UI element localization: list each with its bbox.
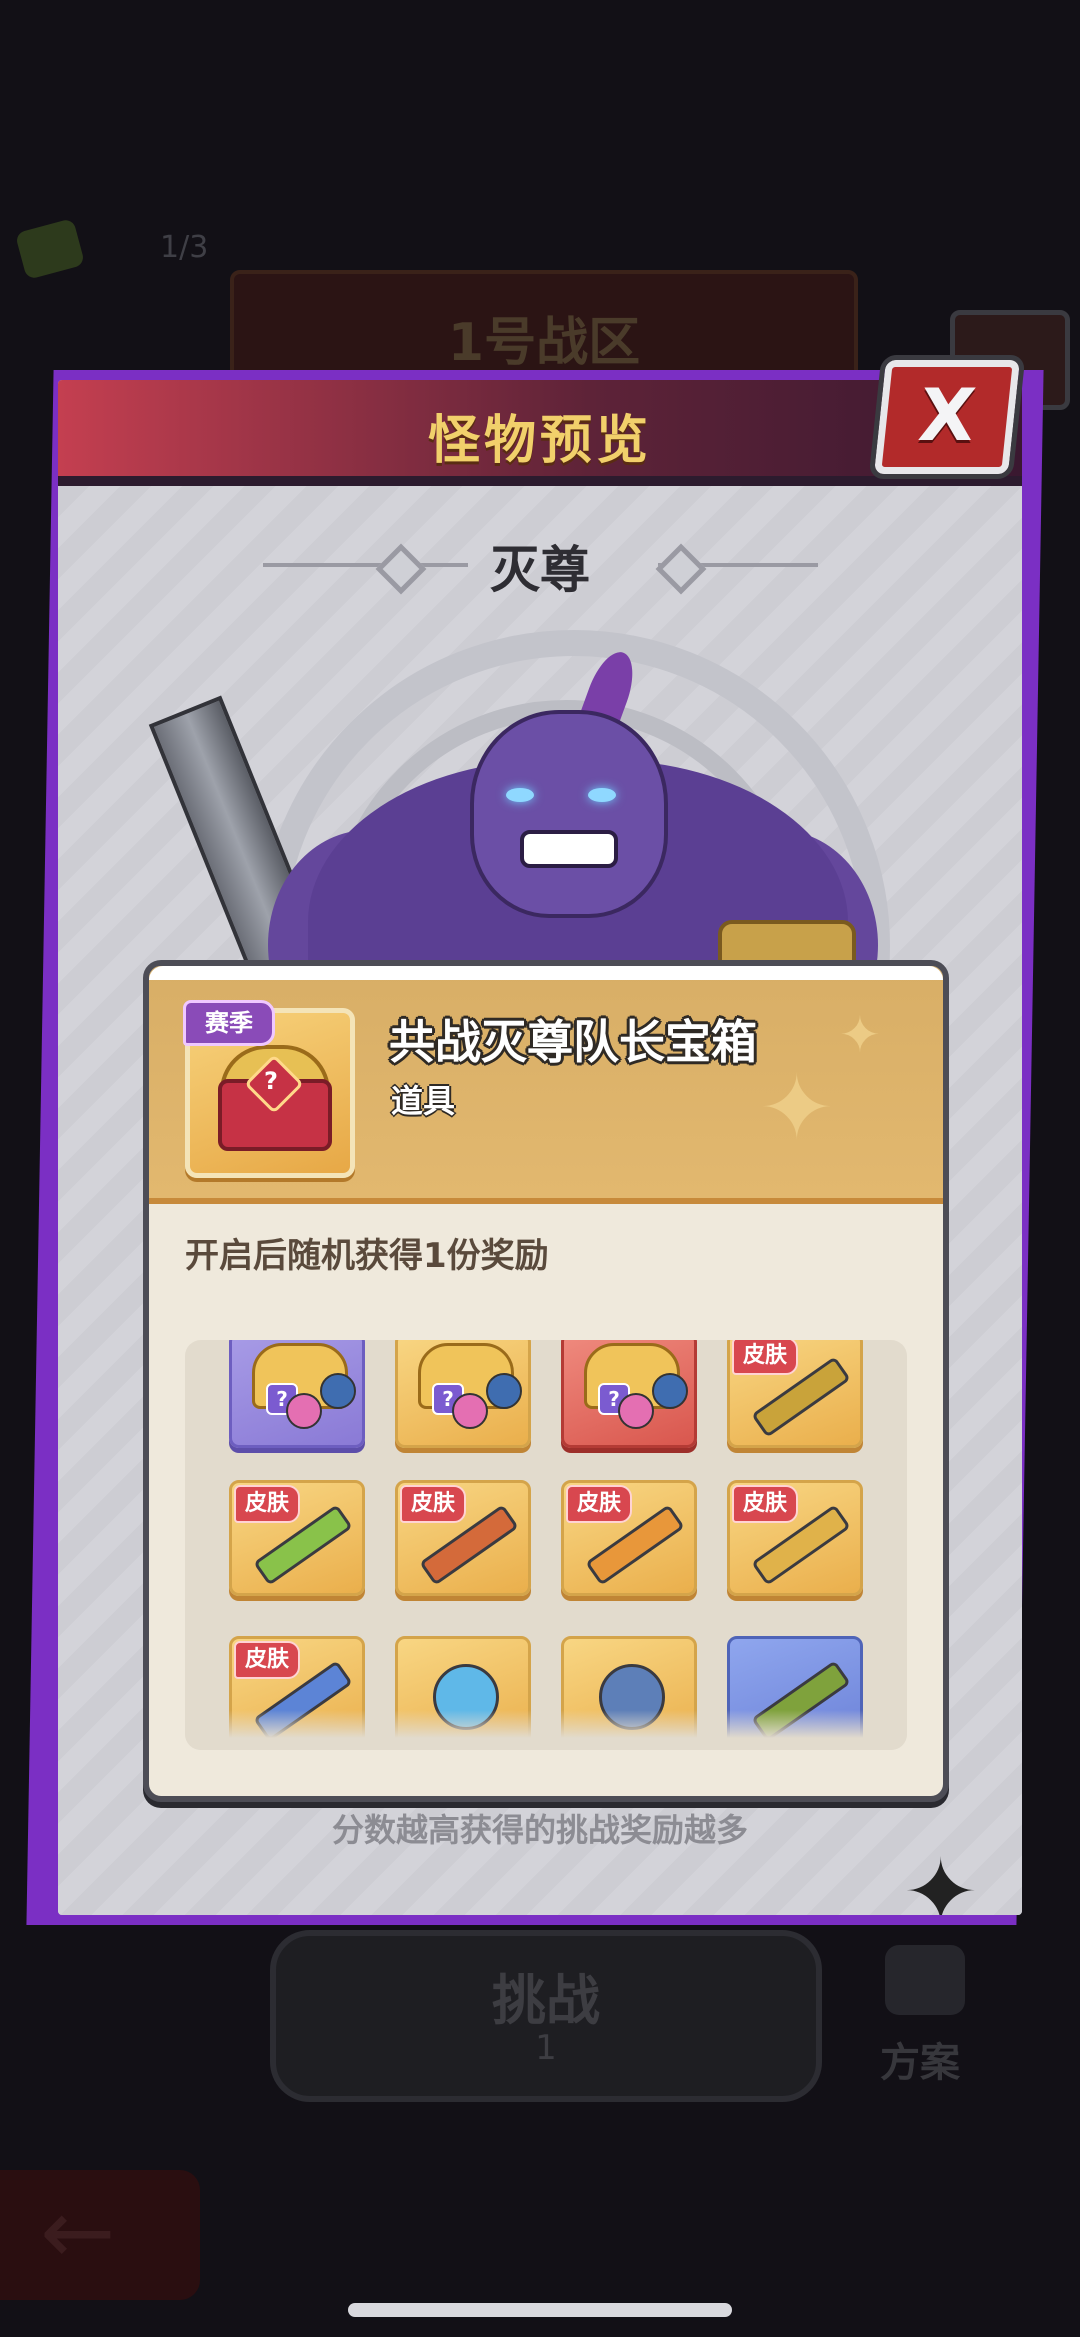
monster-mouth xyxy=(520,830,618,868)
stage-ticket-icon xyxy=(14,218,86,280)
challenge-label: 挑战 xyxy=(492,1969,600,2032)
skin-tag: 皮肤 xyxy=(566,1485,632,1523)
hero-avatar-icon xyxy=(286,1393,322,1429)
reward-item-chest[interactable]: ? xyxy=(561,1340,697,1448)
hero-avatar-icon xyxy=(486,1373,522,1409)
skin-tag: 皮肤 xyxy=(732,1340,798,1375)
hero-avatar-icon xyxy=(618,1393,654,1429)
reward-item-weapon-skin[interactable]: 皮肤 xyxy=(395,1480,531,1596)
hero-avatar-icon xyxy=(652,1373,688,1409)
sparkle-icon: ✦ xyxy=(759,1056,835,1161)
scroll-fade xyxy=(185,1710,907,1750)
item-type: 道具 xyxy=(391,1082,456,1120)
hero-avatar-icon xyxy=(320,1373,356,1409)
skin-tag: 皮肤 xyxy=(234,1641,300,1679)
sparkle-icon: ✦ xyxy=(839,1006,881,1064)
card-frost-edge xyxy=(149,966,943,980)
skin-tag: 皮肤 xyxy=(234,1485,300,1523)
monster-head xyxy=(470,710,668,918)
item-detail-card: ✦ ✦ ? 赛季 共战灭尊队长宝箱 道具 开启后随机获得1份奖励 ??? 皮肤 皮肤… xyxy=(143,960,949,1802)
mystery-mark: ? xyxy=(264,1067,278,1095)
item-name: 共战灭尊队长宝箱 xyxy=(389,1015,757,1069)
monster-eye xyxy=(588,788,616,802)
item-description: 开启后随机获得1份奖励 xyxy=(185,1236,549,1276)
challenge-button: 挑战 1 xyxy=(270,1930,822,2102)
reward-item-weapon-skin[interactable]: 皮肤 xyxy=(727,1480,863,1596)
card-header: ✦ ✦ ? 赛季 共战灭尊队长宝箱 道具 xyxy=(149,966,943,1198)
reward-item-weapon-skin[interactable]: 皮肤 xyxy=(561,1480,697,1596)
home-indicator[interactable] xyxy=(348,2303,732,2317)
close-icon: X xyxy=(915,373,980,457)
score-reward-hint: 分数越高获得的挑战奖励越多 xyxy=(331,1811,748,1849)
reward-item-chest[interactable]: ? xyxy=(229,1340,365,1448)
plan-button-label: 方案 xyxy=(880,2040,960,2086)
skin-tag: 皮肤 xyxy=(732,1485,798,1523)
hero-avatar-icon xyxy=(452,1393,488,1429)
plan-icon xyxy=(885,1945,965,2015)
challenge-cost: 1 xyxy=(535,2028,557,2068)
reward-pool-grid[interactable]: ??? 皮肤 皮肤 皮肤 皮肤 皮肤 皮肤 xyxy=(185,1340,907,1750)
zone-title: 1号战区 xyxy=(447,313,641,373)
card-header-divider xyxy=(149,1198,943,1204)
reward-item-weapon-skin[interactable]: 皮肤 xyxy=(229,1480,365,1596)
close-button[interactable]: X xyxy=(868,355,1026,479)
monster-eye xyxy=(506,788,534,802)
reward-item-weapon-skin[interactable]: 皮肤 xyxy=(727,1340,863,1448)
stage-count: 1/3 xyxy=(160,230,209,265)
reward-item-chest[interactable]: ? xyxy=(395,1340,531,1448)
skin-tag: 皮肤 xyxy=(400,1485,466,1523)
corner-star-icon: ✦ xyxy=(903,1840,979,1915)
season-badge: 赛季 xyxy=(183,1000,275,1046)
back-arrow-icon: ← xyxy=(40,2180,116,2285)
